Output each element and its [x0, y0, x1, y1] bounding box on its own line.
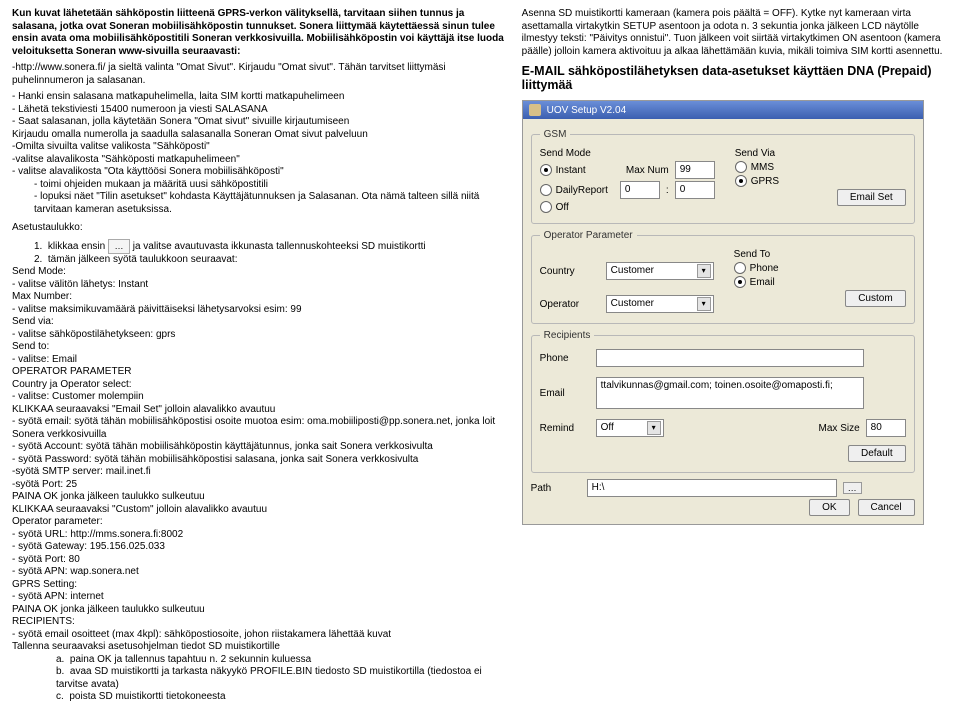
b9: - lopuksi näet "Tilin asetukset" kohdast…: [12, 191, 506, 216]
phone-input[interactable]: [596, 349, 864, 367]
maxsize-input[interactable]: 80: [866, 419, 906, 437]
chevron-down-icon: ▾: [647, 421, 661, 435]
fs-gsm: GSM Send Mode Instant Max Num 99 Da: [531, 129, 915, 224]
radio-mms[interactable]: MMS: [735, 161, 774, 173]
op-3: - syötä Port: 80: [12, 554, 506, 567]
colon: :: [666, 185, 669, 196]
email-3: - syötä Password: syötä tähän mobiilisäh…: [12, 454, 506, 467]
right-heading: E-MAIL sähköpostilähetyksen data-asetuks…: [522, 64, 948, 92]
op-1: - syötä URL: http://mms.sonera.fi:8002: [12, 529, 506, 542]
browse-button[interactable]: …: [843, 482, 862, 494]
operator-label: Operator: [540, 299, 600, 310]
paina-2: PAINA OK jonka jälkeen taulukko sulkeutu…: [12, 604, 506, 617]
tc: c. poista SD muistikortti tietokoneesta: [12, 691, 506, 704]
tb: b. avaa SD muistikortti ja tarkasta näky…: [12, 666, 506, 691]
maxsize-label: Max Size: [819, 423, 860, 434]
sendto-1: - valitse: Email: [12, 354, 506, 367]
b1: - Hanki ensin salasana matkapuhelimella,…: [12, 91, 506, 104]
ta: a. paina OK ja tallennus tapahtuu n. 2 s…: [12, 654, 506, 667]
email-5: -syötä Port: 25: [12, 479, 506, 492]
recip-1: - syötä email osoitteet (max 4kpl): sähk…: [12, 629, 506, 642]
op-4: - syötä APN: wap.sonera.net: [12, 566, 506, 579]
opparam-2: - valitse: Customer molempiin: [12, 391, 506, 404]
cancel-button[interactable]: Cancel: [858, 499, 915, 516]
fs-operator-legend: Operator Parameter: [540, 230, 637, 241]
remind-select[interactable]: Off▾: [596, 419, 664, 437]
email-input[interactable]: ttalvikunnas@gmail.com; toinen.osoite@om…: [596, 377, 864, 409]
recip-h: RECIPIENTS:: [12, 616, 506, 629]
ok-button[interactable]: OK: [809, 499, 849, 516]
radio-daily[interactable]: DailyReport: [540, 184, 608, 196]
opparam-hdr: Operator parameter:: [12, 516, 506, 529]
email-4: -syötä SMTP server: mail.inet.fi: [12, 466, 506, 479]
path-label: Path: [531, 483, 581, 494]
country-label: Country: [540, 266, 600, 277]
b5: -Omilta sivuilta valitse valikosta "Sähk…: [12, 141, 506, 154]
b7: - valitse alavalikosta "Ota käyttöösi So…: [12, 166, 506, 179]
step1: 1. klikkaa ensin … ja valitse avautuvast…: [12, 239, 506, 254]
uov-window: UOV Setup V2.04 GSM Send Mode Instant Ma…: [522, 100, 924, 525]
b4: Kirjaudu omalla numerolla ja saadulla sa…: [12, 129, 506, 142]
email-label: Email: [540, 388, 590, 399]
default-button[interactable]: Default: [848, 445, 906, 462]
sendmode-1: - valitse välitön lähetys: Instant: [12, 279, 506, 292]
opparam-h: OPERATOR PARAMETER: [12, 366, 506, 379]
sendmode-label: Send Mode: [540, 148, 715, 159]
email-1: - syötä email: syötä tähän mobiilisähköp…: [12, 416, 506, 441]
radio-email[interactable]: Email: [734, 276, 775, 288]
radio-instant[interactable]: Instant: [540, 164, 586, 176]
gprs-h: GPRS Setting:: [12, 579, 506, 592]
sendvia-label: Send Via: [735, 148, 906, 159]
operator-select[interactable]: Customer▾: [606, 295, 714, 313]
daily-m[interactable]: 0: [675, 181, 715, 199]
b2: - Lähetä tekstiviesti 15400 numeroon ja …: [12, 104, 506, 117]
maxnum-input[interactable]: 99: [675, 161, 715, 179]
browse-icon: …: [108, 239, 130, 254]
path-input[interactable]: H:\: [587, 479, 837, 497]
fs-recipients-legend: Recipients: [540, 330, 595, 341]
chevron-down-icon: ▾: [697, 264, 711, 278]
chevron-down-icon: ▾: [697, 297, 711, 311]
fs-recipients: Recipients Phone Email ttalvikunnas@gmai…: [531, 330, 915, 473]
window-title: UOV Setup V2.04: [547, 105, 627, 116]
b6: -valitse alavalikosta "Sähköposti matkap…: [12, 154, 506, 167]
sendvia-h: Send via:: [12, 316, 506, 329]
radio-gprs[interactable]: GPRS: [735, 175, 779, 187]
sendmode-h: Send Mode:: [12, 266, 506, 279]
maxnum-h: Max Number:: [12, 291, 506, 304]
opparam-1: Country ja Operator select:: [12, 379, 506, 392]
window-titlebar: UOV Setup V2.04: [523, 101, 923, 119]
op-2: - syötä Gateway: 195.156.025.033: [12, 541, 506, 554]
sendvia-1: - valitse sähköpostilähetykseen: gprs: [12, 329, 506, 342]
asetus: Asetustaulukko:: [12, 222, 506, 235]
klikkaa-1: KLIKKAA seuraavaksi "Email Set" jolloin …: [12, 404, 506, 417]
emailset-button[interactable]: Email Set: [837, 189, 906, 206]
app-icon: [529, 104, 541, 116]
radio-off[interactable]: Off: [540, 201, 569, 213]
step2: 2. tämän jälkeen syötä taulukkoon seuraa…: [12, 254, 506, 267]
radio-phone[interactable]: Phone: [734, 262, 779, 274]
intro-bold: Kun kuvat lähetetään sähköpostin liittee…: [12, 8, 506, 58]
email-2: - syötä Account: syötä tähän mobiilisähk…: [12, 441, 506, 454]
gprs-1: - syötä APN: internet: [12, 591, 506, 604]
paina-1: PAINA OK jonka jälkeen taulukko sulkeutu…: [12, 491, 506, 504]
klikkaa-2: KLIKKAA seuraavaksi "Custom" jolloin ala…: [12, 504, 506, 517]
daily-h[interactable]: 0: [620, 181, 660, 199]
fs-operator: Operator Parameter Country Customer▾ Ope…: [531, 230, 915, 324]
custom-button[interactable]: Custom: [845, 290, 905, 307]
maxnum-1: - valitse maksimikuvamäärä päivittäiseks…: [12, 304, 506, 317]
sendto-h: Send to:: [12, 341, 506, 354]
country-select[interactable]: Customer▾: [606, 262, 714, 280]
intro-line: -http://www.sonera.fi/ ja sieltä valinta…: [12, 62, 506, 87]
maxnum-label: Max Num: [626, 165, 669, 176]
right-intro: Asenna SD muistikortti kameraan (kamera …: [522, 8, 948, 58]
sendto-label: Send To: [734, 249, 906, 260]
tall: Tallenna seuraavaksi asetusohjelman tied…: [12, 641, 506, 654]
phone-label: Phone: [540, 353, 590, 364]
b3: - Saat salasanan, jolla käytetään Sonera…: [12, 116, 506, 129]
remind-label: Remind: [540, 423, 590, 434]
b8: - toimi ohjeiden mukaan ja määritä uusi …: [12, 179, 506, 192]
fs-gsm-legend: GSM: [540, 129, 571, 140]
